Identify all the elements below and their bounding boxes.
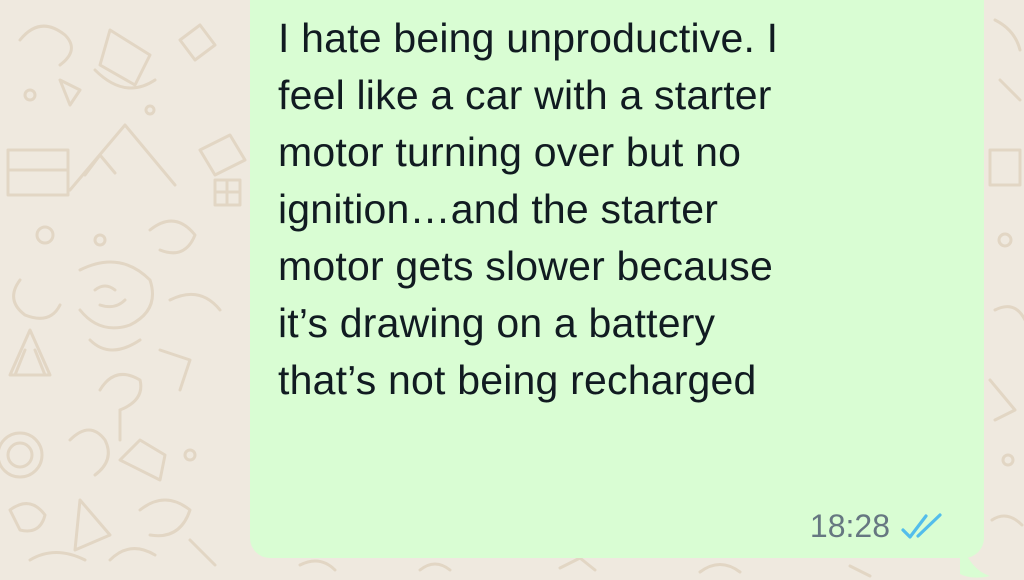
double-check-read-icon — [901, 512, 942, 539]
outgoing-message-bubble[interactable]: I hate being unproductive. I feel like a… — [250, 0, 984, 558]
bubble-tail — [960, 540, 990, 578]
message-text: I hate being unproductive. I feel like a… — [278, 15, 779, 403]
message-meta: 18:28 — [810, 508, 946, 545]
message-timestamp: 18:28 — [809, 508, 890, 544]
